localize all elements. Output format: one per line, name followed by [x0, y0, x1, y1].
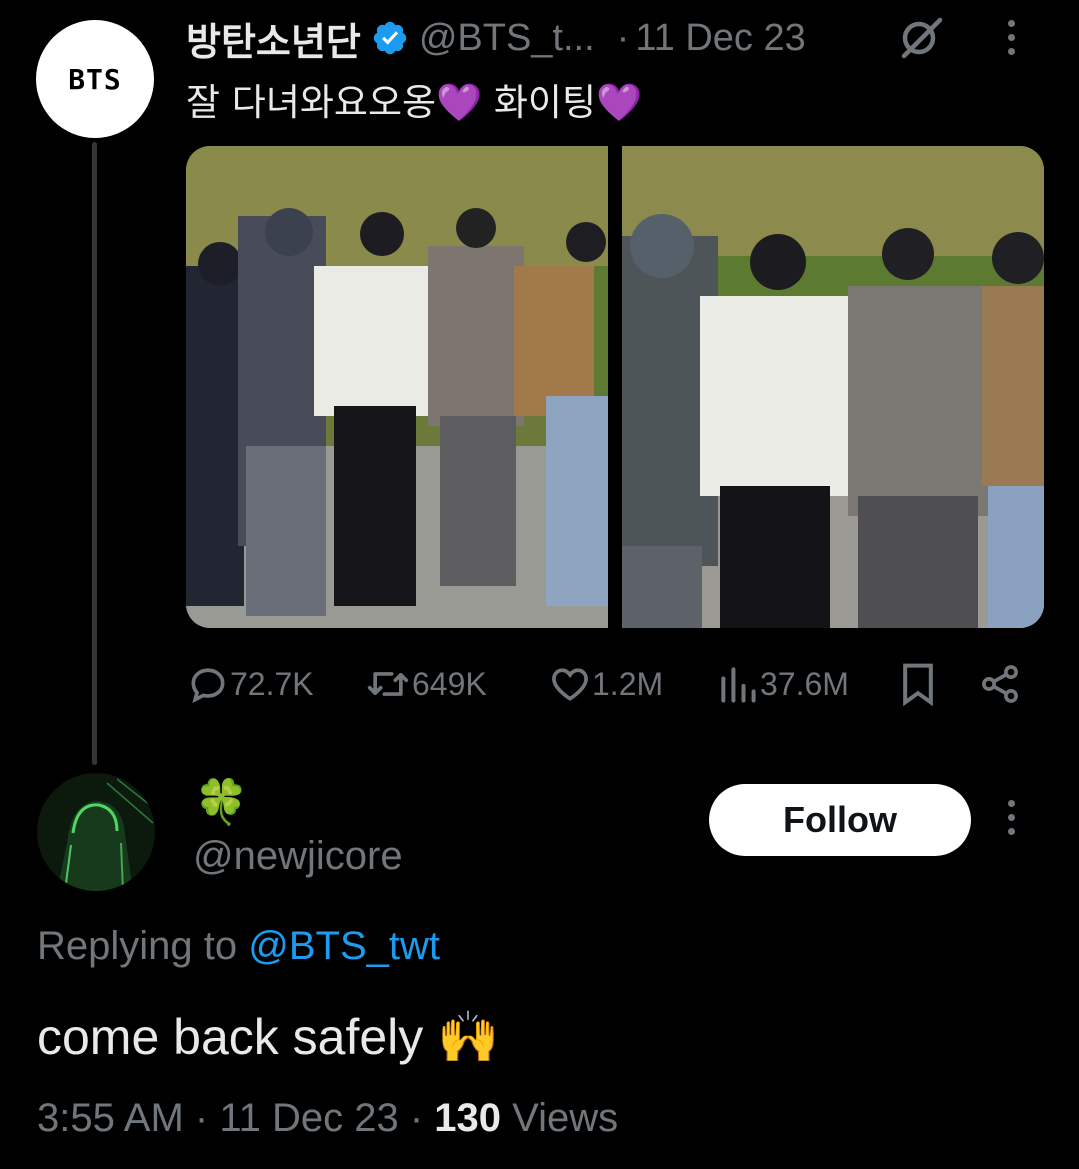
- reply-icon: [191, 668, 225, 704]
- author-name[interactable]: 방탄소년단: [186, 11, 361, 66]
- reply-count: 72.7K: [230, 665, 314, 702]
- avatar-logo-text: BTS: [68, 62, 122, 96]
- reply-meta: 3:55 AM · 11 Dec 23 · 130 Views: [37, 1096, 618, 1141]
- thread-line: [92, 142, 97, 765]
- separator-dot: ·: [616, 16, 630, 59]
- replying-to-label: Replying to: [37, 924, 238, 968]
- bookmark-button[interactable]: [896, 656, 940, 712]
- separator-dot: ·: [409, 1096, 424, 1140]
- like-icon: [552, 668, 588, 701]
- repost-count: 649K: [412, 665, 487, 702]
- repost-button[interactable]: 649K: [364, 656, 487, 712]
- reply-text: come back safely 🙌: [37, 1009, 500, 1065]
- views-icon: [721, 667, 756, 703]
- photo-2[interactable]: [622, 146, 1044, 628]
- tweet-header: 방탄소년단 @BTS_t... · 11 Dec 23: [186, 10, 806, 66]
- bookmark-icon: [903, 663, 933, 707]
- like-count: 1.2M: [592, 665, 664, 702]
- reply-author-name[interactable]: 🍀: [194, 776, 249, 828]
- reply-date[interactable]: 11 Dec 23: [219, 1096, 398, 1140]
- reply-time[interactable]: 3:55 AM: [37, 1096, 184, 1140]
- more-icon[interactable]: [1008, 800, 1015, 835]
- author-handle[interactable]: @BTS_t...: [419, 17, 595, 60]
- replying-to-mention[interactable]: @BTS_twt: [248, 924, 440, 968]
- verified-badge-icon[interactable]: [371, 19, 409, 57]
- share-icon: [982, 665, 1018, 703]
- reply-author-avatar[interactable]: [37, 773, 155, 891]
- views-button[interactable]: 37.6M: [716, 656, 849, 712]
- replying-to: Replying to @BTS_twt: [37, 924, 440, 969]
- share-button[interactable]: [978, 656, 1022, 712]
- more-icon[interactable]: [1008, 20, 1015, 55]
- tweet-media[interactable]: [186, 146, 1044, 628]
- repost-icon: [367, 672, 409, 696]
- tweet-text: 잘 다녀와요오옹💜 화이팅💜: [186, 81, 643, 124]
- reply-views-label: Views: [512, 1096, 619, 1140]
- separator-dot: ·: [194, 1096, 209, 1140]
- tweet-actions: 72.7K 649K 1.2M 37.6M: [186, 656, 1036, 712]
- author-avatar[interactable]: BTS: [36, 20, 154, 138]
- like-button[interactable]: 1.2M: [548, 656, 663, 712]
- grok-icon[interactable]: [898, 16, 944, 60]
- tweet-date[interactable]: 11 Dec 23: [635, 17, 805, 60]
- reply-button[interactable]: 72.7K: [186, 656, 314, 712]
- follow-button[interactable]: Follow: [709, 784, 971, 856]
- reply-author-handle[interactable]: @newjicore: [193, 834, 403, 879]
- reply-views-count: 130: [434, 1096, 502, 1140]
- photo-1[interactable]: [186, 146, 608, 628]
- views-count: 37.6M: [760, 665, 849, 702]
